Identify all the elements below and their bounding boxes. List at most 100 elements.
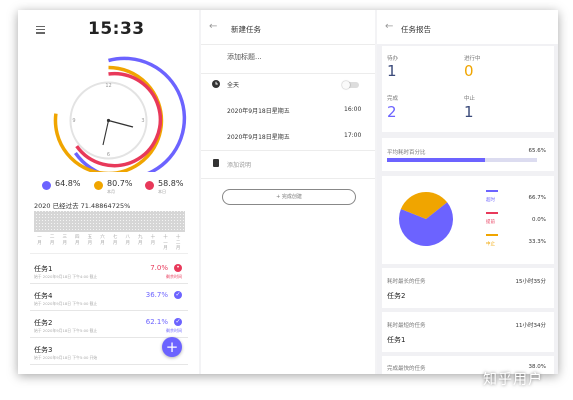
clock-number-9: 9 (72, 118, 75, 124)
longest-task-card: 耗时最长的任务 15小时35分 任务2 (382, 268, 554, 308)
task-name: 任务4 (34, 292, 53, 300)
task-date: 始于 2020年9月18日 下午4:00 截止 (34, 274, 98, 279)
legend-aborted-swatch (486, 234, 498, 236)
task-card[interactable]: 任务2 始于 2020年9月18日 下午5:00 截止 62.1% 剩余时间 ✓ (30, 315, 188, 338)
save-task-button[interactable]: + 完成创建 (222, 189, 356, 205)
month-stat-sub: 本月 (107, 189, 115, 194)
task-card[interactable]: 任务1 始于 2020年9月18日 下午4:00 截止 7.0% 剩余时间 • (30, 261, 188, 284)
divider (201, 178, 375, 179)
check-icon: ✓ (174, 318, 182, 326)
task-date: 始于 2020年9月18日 下午5:00 截止 (34, 328, 98, 333)
task-percent: 62.1% (145, 318, 168, 326)
task-status-icon: • (174, 264, 182, 272)
task-status: 剩余时间 (166, 274, 182, 279)
month-label: 十 月 (150, 235, 156, 246)
task-percent: 36.7% (145, 291, 168, 299)
todo-label: 待办 (387, 56, 399, 62)
month-label: 四 月 (75, 235, 80, 246)
legend-early-swatch (486, 212, 498, 214)
task-title-input[interactable]: 添加标题... (227, 52, 262, 62)
watermark-text: 知乎用户 (483, 372, 543, 388)
longest-task-duration: 15小时35分 (515, 279, 547, 285)
month-label: 十 二 月 (175, 235, 181, 251)
completion-label: 完成最快的任务 (387, 366, 426, 372)
year-stat-dot (42, 181, 51, 190)
month-label: 六 月 (100, 235, 105, 246)
legend-overtime-value: 66.7% (528, 195, 546, 201)
avg-time-label: 平均耗时百分比 (387, 150, 426, 156)
aborted-label: 中止 (464, 96, 476, 102)
in-progress-label: 进行中 (464, 56, 481, 62)
todo-count: 1 (387, 62, 397, 80)
back-arrow-icon[interactable]: ← (209, 21, 217, 32)
shortest-task-label: 耗时最短的任务 (387, 323, 426, 329)
month-stat-value: 80.7% (107, 179, 133, 188)
shortest-task-duration: 11小时34分 (515, 323, 547, 329)
task-date: 始于 2020年9月18日 下午5:00 截止 (34, 301, 98, 306)
clock-screen: 15:33 12 3 6 9 64.8% 80.7% 本月 58.8% 本日 2… (18, 10, 199, 374)
clock-icon (212, 80, 220, 88)
month-label: 八 月 (125, 235, 130, 246)
year-stat-value: 64.8% (55, 179, 81, 188)
aborted-count: 1 (464, 103, 474, 121)
legend-early-label: 提前 (486, 220, 495, 225)
longest-task-name: 任务2 (387, 292, 406, 300)
pie-card: 超时 66.7% 提前 0.0% 中止 33.3% (382, 176, 554, 264)
add-task-button[interactable]: + (162, 337, 182, 357)
legend-aborted-label: 中止 (486, 242, 495, 247)
day-stat-value: 58.8% (158, 179, 184, 188)
divider (30, 253, 188, 254)
note-icon (213, 159, 219, 167)
new-task-screen: ← 新建任务 添加标题... 全天 2020年9月18日星期五 16:00 20… (201, 10, 375, 374)
all-day-toggle-knob[interactable] (342, 81, 350, 89)
screenshot-frame: 15:33 12 3 6 9 64.8% 80.7% 本月 58.8% 本日 2… (18, 10, 558, 374)
start-date[interactable]: 2020年9月18日星期五 (227, 106, 290, 115)
task-name: 任务1 (34, 265, 53, 273)
check-icon: ✓ (174, 291, 182, 299)
avg-time-card: 平均耗时百分比 65.6% (382, 138, 554, 171)
outcome-pie-chart (399, 192, 453, 246)
divider (201, 150, 375, 151)
legend-aborted-value: 33.3% (528, 239, 546, 245)
task-name: 任务3 (34, 346, 53, 354)
end-time[interactable]: 17:00 (344, 132, 361, 139)
done-label: 完成 (387, 96, 399, 102)
start-time[interactable]: 16:00 (344, 106, 361, 113)
task-percent: 7.0% (150, 264, 168, 272)
page-title: 新建任务 (231, 25, 261, 34)
month-label: 二 月 (49, 235, 55, 246)
clock-number-3: 3 (141, 118, 144, 124)
avg-time-value: 65.6% (528, 148, 546, 154)
day-stat-dot (145, 181, 154, 190)
counts-card: 待办 1 进行中 0 完成 2 中止 1 (382, 46, 554, 132)
avg-time-fill (387, 158, 486, 162)
year-day-grid (34, 211, 185, 232)
legend-early-value: 0.0% (532, 217, 546, 223)
progress-clock: 12 3 6 9 (53, 56, 187, 172)
legend-overtime-label: 超时 (486, 198, 495, 203)
task-status: 剩余时间 (166, 328, 182, 333)
month-labels: 一 月二 月三 月四 月五 月六 月七 月八 月九 月十 月十 一 月十 二 月 (34, 235, 186, 251)
month-label: 九 月 (138, 235, 143, 246)
done-count: 2 (387, 103, 397, 121)
shortest-task-name: 任务1 (387, 336, 406, 344)
month-stat-dot (94, 181, 103, 190)
task-date: 始于 2020年9月18日 下午5:00 开始 (34, 355, 98, 360)
legend-overtime-swatch (486, 190, 498, 192)
month-label: 三 月 (62, 235, 67, 246)
avg-time-track (387, 158, 537, 162)
clock-number-6: 6 (107, 152, 110, 158)
back-arrow-icon[interactable]: ← (385, 21, 393, 32)
end-date[interactable]: 2020年9月18日星期五 (227, 132, 290, 141)
note-input[interactable]: 添加说明 (227, 160, 251, 169)
clock-number-12: 12 (105, 83, 111, 89)
day-stat-sub: 本日 (158, 189, 166, 194)
page-title: 任务报告 (401, 25, 431, 34)
task-card[interactable]: 任务4 始于 2020年9月18日 下午5:00 截止 36.7% ✓ (30, 288, 188, 311)
year-progress-text: 2020 已经过去 71.48864725% (34, 202, 131, 210)
divider (201, 44, 375, 45)
all-day-label: 全天 (227, 82, 240, 89)
divider (201, 73, 375, 74)
clock-center (106, 118, 111, 123)
task-name: 任务2 (34, 319, 53, 327)
